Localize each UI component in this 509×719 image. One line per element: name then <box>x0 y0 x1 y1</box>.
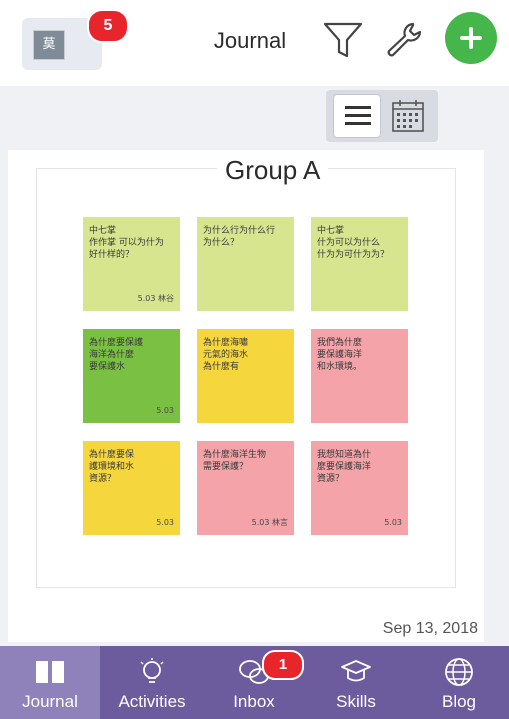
inbox-badge: 1 <box>262 650 304 680</box>
nav-journal[interactable]: Journal <box>0 646 100 719</box>
book-icon <box>36 661 64 683</box>
avatar: 莫 <box>33 30 65 60</box>
sticky-note: 為什麼海嘯 元氣的海水 為什麼有 <box>197 329 294 423</box>
sticky-note: 為什麼要保 護環境和水 資源？ 5.03 <box>83 441 180 535</box>
nav-skills[interactable]: Skills <box>306 646 406 719</box>
sticky-note-text: 为什么行为什么行 为什么？ <box>203 226 276 248</box>
nav-label: Inbox <box>233 692 275 711</box>
graduation-cap-icon <box>341 660 371 682</box>
sticky-note-text: 我想知道為什 麼要保護海洋 資源？ <box>317 450 372 484</box>
sticky-note-signature: 5.03 林谷 <box>137 294 174 303</box>
sticky-note-text: 我們為什麼 要保護海洋 和水環境。 <box>317 338 363 372</box>
page-title: Journal <box>213 28 287 53</box>
bottom-navigation: Journal Activities 1 Inbox Skills Blog <box>0 646 509 719</box>
sticky-note-text: 為什麼海洋生物 需要保護？ <box>203 450 267 472</box>
sticky-note: 我們為什麼 要保護海洋 和水環境。 <box>311 329 408 423</box>
filter-icon <box>323 22 363 58</box>
add-post-button[interactable] <box>445 12 497 64</box>
wrench-icon <box>387 22 422 57</box>
sticky-note-signature: 5.03 林言 <box>251 518 288 527</box>
sticky-note-signature: 5.03 <box>156 406 174 415</box>
nav-inbox[interactable]: 1 Inbox <box>204 646 304 719</box>
sticky-note: 為什麼要保護 海洋為什麼 要保護水 5.03 <box>83 329 180 423</box>
nav-label: Skills <box>336 692 376 711</box>
calendar-view-button[interactable] <box>388 96 428 136</box>
sticky-note-text: 中七掌 什为可以为什么 什为为可什为为？ <box>317 226 390 260</box>
sticky-note: 我想知道為什 麼要保護海洋 資源？ 5.03 <box>311 441 408 535</box>
sticky-note-text: 中七掌 作作掌 可以为什为 好什样的？ <box>89 226 164 260</box>
journal-post-card[interactable]: Group A 中七掌 作作掌 可以为什为 好什样的？ 5.03 林谷 为什么行为什… <box>8 150 484 642</box>
sticky-note-signature: 5.03 <box>156 518 174 527</box>
nav-label: Journal <box>22 692 78 711</box>
sticky-note-signature: 5.03 <box>384 518 402 527</box>
sticky-note: 为什么行为什么行 为什么？ <box>197 217 294 311</box>
sticky-note-text: 為什麼要保護 海洋為什麼 要保護水 <box>89 338 144 372</box>
sticky-note: 中七掌 作作掌 可以为什为 好什样的？ 5.03 林谷 <box>83 217 180 311</box>
nav-activities[interactable]: Activities <box>102 646 202 719</box>
nav-blog[interactable]: Blog <box>409 646 509 719</box>
sticky-note: 中七掌 什为可以为什么 什为为可什为为？ <box>311 217 408 311</box>
post-date: Sep 13, 2018 <box>382 620 478 637</box>
notification-badge: 5 <box>87 9 129 43</box>
sticky-note-text: 為什麼海嘯 元氣的海水 為什麼有 <box>203 338 249 372</box>
top-bar: 莫 5 Journal <box>0 0 509 86</box>
calendar-icon <box>392 100 424 132</box>
settings-button[interactable] <box>383 20 427 60</box>
group-title: Group A <box>217 155 329 186</box>
sticky-note-text: 為什麼要保 護環境和水 資源？ <box>89 450 135 484</box>
sticky-note: 為什麼海洋生物 需要保護？ 5.03 林言 <box>197 441 294 535</box>
post-image: Group A 中七掌 作作掌 可以为什为 好什样的？ 5.03 林谷 为什么行为什… <box>36 155 456 588</box>
nav-label: Activities <box>118 692 186 711</box>
list-view-button[interactable] <box>333 94 381 138</box>
nav-label: Blog <box>441 692 477 711</box>
filter-button[interactable] <box>321 20 365 60</box>
view-toggle <box>326 90 438 142</box>
globe-icon <box>445 658 473 686</box>
lightbulb-icon <box>140 658 164 683</box>
